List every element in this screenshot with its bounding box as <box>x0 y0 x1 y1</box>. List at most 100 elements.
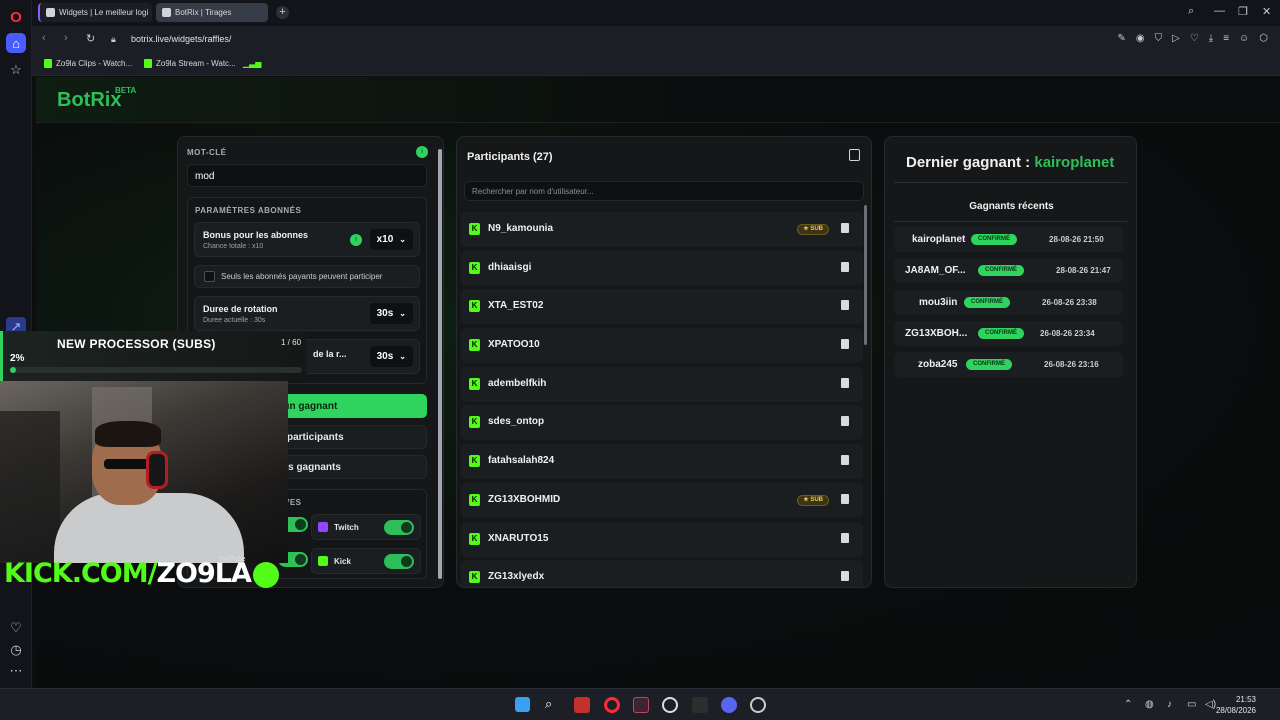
confirmed-badge: CONFIRMÉ <box>978 265 1024 277</box>
rotation-select[interactable]: 30s ⌄ <box>369 303 413 324</box>
new-tab-button[interactable]: + <box>276 6 289 19</box>
info-icon[interactable]: i <box>350 234 362 246</box>
bookmark-item[interactable]: Zo9la Stream - Watc... <box>144 59 236 68</box>
star-icon[interactable]: ☆ <box>6 60 26 80</box>
settings-scrollbar[interactable] <box>438 137 442 585</box>
trash-icon[interactable] <box>841 261 849 272</box>
verified-icon <box>252 561 279 588</box>
discord-icon[interactable] <box>721 697 737 713</box>
participant-row: Ksdes_ontop <box>461 405 863 441</box>
discord-tray-icon[interactable]: ◍ <box>1145 699 1154 710</box>
app-icon[interactable] <box>633 697 649 713</box>
chevron-up-icon[interactable]: ⌃ <box>1124 699 1132 710</box>
windows-start-icon[interactable] <box>515 697 530 712</box>
info-icon[interactable]: i <box>416 146 428 158</box>
more-icon[interactable]: ⋯ <box>6 661 26 681</box>
kick-icon <box>318 556 328 566</box>
webcam-person-hair <box>95 421 161 447</box>
divider <box>894 182 1127 183</box>
participant-row: K ZG13XBOHMID ★ SUB <box>461 482 863 518</box>
twitch-icon <box>318 522 328 532</box>
bonus-select[interactable]: x10 ⌄ <box>369 229 413 250</box>
twitch-toggle[interactable] <box>384 520 414 535</box>
trash-icon[interactable] <box>841 493 849 504</box>
system-clock[interactable]: 21:53 28/08/2026 <box>1216 694 1256 716</box>
profile-icon[interactable]: ☺ <box>1239 33 1249 44</box>
sub-badge: ★ SUB <box>797 494 829 506</box>
windows-taskbar: ⌕ ⌃ ◍ ♪ ▭ ◁) 21:53 28/08/2026 <box>0 688 1280 720</box>
tab-widgets[interactable]: Widgets | Le meilleur logi <box>38 3 152 22</box>
trash-icon[interactable] <box>841 223 849 233</box>
clock-icon[interactable]: ◷ <box>6 640 26 660</box>
copy-icon[interactable] <box>849 149 860 161</box>
winner-name: zoba245 <box>918 359 958 371</box>
close-icon[interactable]: ✕ <box>1262 5 1271 18</box>
edit-icon[interactable]: ✎ <box>1117 33 1125 44</box>
heart-icon[interactable]: ♡ <box>6 618 26 638</box>
tab-botrix[interactable]: BotRix | Tirages <box>156 3 268 22</box>
camera-icon[interactable]: ◉ <box>1136 33 1145 44</box>
play-icon[interactable]: ▷ <box>1172 33 1180 44</box>
confirmed-badge: CONFIRMÉ <box>971 234 1017 245</box>
heart-icon[interactable]: ♡ <box>1190 33 1199 44</box>
menu-icon[interactable]: ≡ <box>1223 33 1229 44</box>
recent-winner-row: ZG13XBOH... CONFIRMÉ 26-08-26 23:34 <box>894 320 1123 346</box>
scrollbar-thumb[interactable] <box>438 149 442 579</box>
bookmarks-bar: Zo9la Clips - Watch... Zo9la Stream - Wa… <box>32 54 1280 76</box>
forward-icon[interactable]: › <box>64 32 68 44</box>
webcam-headset <box>146 451 168 489</box>
page-header: BotRix BETA <box>36 77 1280 123</box>
kick-icon: K <box>469 377 480 390</box>
download-icon[interactable]: ⤓ <box>1209 33 1213 44</box>
back-icon[interactable]: ‹ <box>42 32 46 44</box>
subgoal-progress-fill <box>10 367 16 373</box>
participant-name: XPATOO10 <box>488 339 540 351</box>
reload-icon[interactable]: ↻ <box>86 32 95 45</box>
last-winner-heading: Dernier gagnant : kairoplanet <box>906 154 1114 171</box>
obs-icon[interactable] <box>662 697 678 713</box>
trash-icon[interactable] <box>841 455 849 466</box>
search-icon[interactable]: ⌕ <box>545 697 561 713</box>
trash-icon[interactable] <box>841 339 849 350</box>
monitor-icon[interactable]: ▭ <box>1187 699 1196 710</box>
winner-name: ZG13XBOH... <box>905 327 968 339</box>
opera-logo-icon[interactable]: O <box>6 7 26 27</box>
maximize-icon[interactable]: ❐ <box>1238 5 1248 18</box>
recent-winner-row: zoba245 CONFIRMÉ 26-08-26 23:16 <box>894 352 1123 378</box>
participants-panel: Participants (27) Rechercher par nom d'u… <box>456 136 872 588</box>
bookmark-item[interactable]: Zo9la Clips - Watch... <box>44 59 132 68</box>
paid-only-checkbox[interactable] <box>204 271 215 282</box>
search-icon[interactable]: ⌕ <box>1188 5 1194 18</box>
participant-row: K ZG13xlyedx <box>461 560 863 587</box>
kick-toggle[interactable] <box>384 554 414 569</box>
volume-icon[interactable]: ◁) <box>1205 699 1216 710</box>
signal-icon[interactable]: ▁▃▅ <box>243 59 261 68</box>
tab-favicon-icon <box>162 8 171 17</box>
second-duration-select[interactable]: 30s ⌄ <box>369 346 413 367</box>
bookmark-label: Zo9la Stream - Watc... <box>156 59 236 68</box>
trash-icon[interactable] <box>841 532 849 543</box>
webcam-person-body <box>54 493 244 563</box>
participant-name: N9_kamounia <box>488 223 554 234</box>
participant-search-input[interactable]: Rechercher par nom d'utilisateur... <box>464 181 864 201</box>
home-icon[interactable]: ⌂ <box>6 33 26 53</box>
brand-logo[interactable]: BotRix <box>57 89 121 112</box>
keyword-input[interactable]: mod <box>187 164 427 187</box>
app-icon[interactable] <box>750 697 766 713</box>
app-icon[interactable] <box>692 697 708 713</box>
trash-icon[interactable] <box>841 416 849 427</box>
url-field[interactable]: botrix.live/widgets/raffles/ <box>131 34 231 44</box>
participants-scrollbar[interactable] <box>864 205 867 345</box>
minimize-icon[interactable]: — <box>1214 5 1225 17</box>
beta-badge: BETA <box>115 86 137 95</box>
app-icon[interactable] <box>574 697 590 713</box>
trash-icon[interactable] <box>841 377 849 388</box>
shield-icon[interactable]: ⛉ <box>1155 33 1163 44</box>
trash-icon[interactable] <box>841 571 849 582</box>
paid-only-row[interactable]: Seuls les abonnés payants peuvent partic… <box>194 265 420 288</box>
trash-icon[interactable] <box>841 300 849 311</box>
mic-icon[interactable]: ♪ <box>1167 699 1172 710</box>
extension-icon[interactable]: ⬡ <box>1259 33 1268 44</box>
keyword-label: MOT-CLÉ <box>187 148 227 157</box>
opera-icon[interactable] <box>604 697 620 713</box>
